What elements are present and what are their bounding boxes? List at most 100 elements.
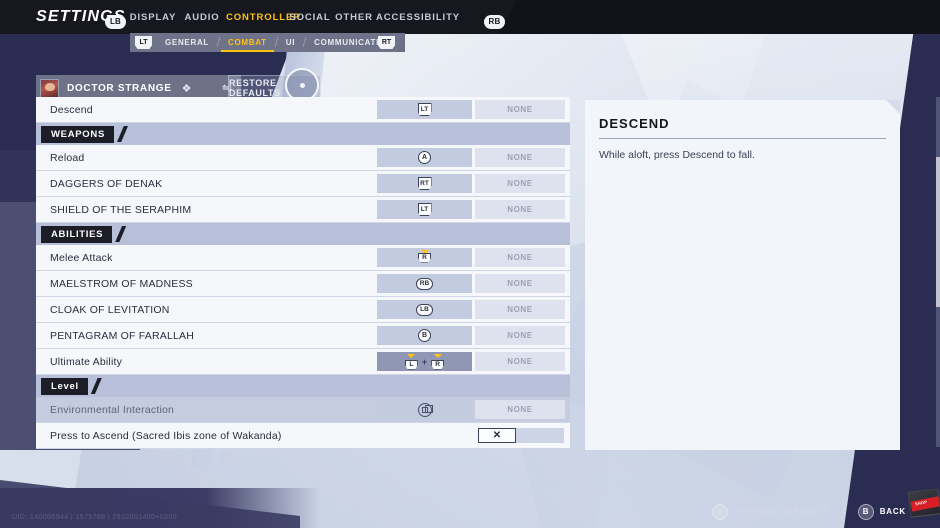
- top-tab-accessibility[interactable]: ACCESSIBILITY: [376, 10, 459, 25]
- sub-tab-label: UI: [285, 37, 296, 47]
- secondary-binding-slot[interactable]: NONE: [475, 148, 565, 167]
- keybinding-row[interactable]: Melee Attack R NONE: [36, 245, 570, 271]
- primary-binding-slot[interactable]: RB: [377, 274, 472, 293]
- section-slash-decoration: [90, 378, 102, 394]
- sub-tab-combat[interactable]: COMBAT: [219, 37, 276, 52]
- stick-click-l-icon: L: [404, 353, 419, 370]
- primary-binding-slot[interactable]: LT: [377, 100, 472, 119]
- trigger-lt-icon: LT: [417, 203, 432, 216]
- primary-binding-slot[interactable]: [377, 400, 472, 419]
- sub-tab-list: GENERAL COMBAT UI COMMUNICATION: [156, 37, 401, 52]
- trigger-rt-icon: RT: [417, 177, 432, 190]
- section-header: ABILITIES: [36, 223, 570, 245]
- gamepad-button-y-icon: Y: [711, 503, 728, 520]
- top-tab-label: ACCESSIBILITY: [376, 12, 461, 23]
- stick-cap: R: [418, 252, 431, 263]
- keybinding-label: CLOAK OF LEVITATION: [50, 303, 170, 316]
- keybinding-row[interactable]: PENTAGRAM OF FARALLAH B NONE: [36, 323, 570, 349]
- bumper-lb-icon: LB: [416, 303, 433, 316]
- keybinding-label: Melee Attack: [50, 251, 113, 264]
- left-bumper-hint[interactable]: LB: [105, 11, 126, 29]
- top-tab-list: DISPLAY AUDIO CONTROLLER SOCIAL OTHER ACCESSI…: [128, 10, 459, 25]
- description-panel: DESCEND While aloft, press Descend to fa…: [585, 100, 900, 450]
- keybinding-row[interactable]: SHIELD OF THE SERAPHIM LT NONE: [36, 197, 570, 223]
- keybinding-row[interactable]: CLOAK OF LEVITATION LB NONE: [36, 297, 570, 323]
- keybinding-label: Ultimate Ability: [50, 355, 123, 368]
- primary-binding-slot[interactable]: LT: [377, 200, 472, 219]
- primary-binding-slot[interactable]: A: [377, 148, 472, 167]
- footer-button-restore-defaults: Y RESTORE DEFAULTS: [711, 503, 829, 520]
- overlap-squares-icon: [421, 404, 433, 413]
- settings-screen: SETTINGS LB DISPLAY AUDIO CONTROLLER SOCIAL…: [0, 0, 940, 528]
- top-tab-audio[interactable]: AUDIO: [178, 10, 226, 25]
- primary-binding-slot[interactable]: B: [377, 326, 472, 345]
- secondary-binding-slot[interactable]: NONE: [475, 352, 565, 371]
- secondary-binding-slot[interactable]: NONE: [475, 248, 565, 267]
- keybinding-row[interactable]: Reload A NONE: [36, 145, 570, 171]
- secondary-binding-slot[interactable]: NONE: [475, 400, 565, 419]
- footer-button-label: RESTORE DEFAULTS: [733, 507, 829, 516]
- primary-binding-slot[interactable]: RT: [377, 174, 472, 193]
- top-tab-label: AUDIO: [184, 12, 220, 23]
- keybinding-label: Descend: [50, 103, 93, 116]
- secondary-binding-slot[interactable]: NONE: [475, 174, 565, 193]
- top-tab-social[interactable]: SOCIAL: [288, 10, 332, 25]
- top-tab-label: DISPLAY: [129, 12, 177, 23]
- top-tab-label: SOCIAL: [289, 12, 331, 23]
- keybinding-label: Press to Ascend (Sacred Ibis zone of Wak…: [50, 429, 282, 442]
- right-trigger-icon[interactable]: RT: [378, 36, 395, 49]
- sub-tab-general[interactable]: GENERAL: [156, 38, 218, 47]
- footer-button-back[interactable]: B BACK: [857, 503, 906, 520]
- keybinding-row[interactable]: Ultimate Ability L + R NONE: [36, 349, 570, 375]
- stick-arrow-icon: [407, 353, 416, 358]
- trigger-lt-icon: LT: [417, 103, 432, 116]
- keybinding-row[interactable]: Press to Ascend (Sacred Ibis zone of Wak…: [36, 423, 570, 449]
- left-trigger-icon[interactable]: LT: [135, 36, 152, 49]
- sub-tab-label: GENERAL: [165, 37, 210, 47]
- top-tab-other[interactable]: OTHER: [332, 10, 376, 25]
- keybinding-label: DAGGERS OF DENAK: [50, 177, 163, 190]
- sub-tab-ui[interactable]: UI: [277, 38, 304, 47]
- top-tab-display[interactable]: DISPLAY: [128, 10, 178, 25]
- environment-interact-icon: [417, 402, 433, 417]
- primary-binding-slot[interactable]: LB: [377, 300, 472, 319]
- button-b-icon: B: [418, 329, 431, 342]
- list-scrollbar-track[interactable]: [936, 97, 940, 447]
- keybinding-label: Reload: [50, 151, 85, 164]
- secondary-binding-slot[interactable]: NONE: [475, 326, 565, 345]
- ascend-checkbox[interactable]: ✕: [478, 428, 516, 443]
- top-tab-controller[interactable]: CONTROLLER: [226, 10, 300, 25]
- secondary-binding-slot[interactable]: NONE: [475, 200, 565, 219]
- description-title: DESCEND: [599, 116, 670, 131]
- bumper-rb-icon: RB: [416, 277, 433, 290]
- gamepad-button-b-icon: B: [857, 503, 874, 520]
- right-bumper-hint[interactable]: RB: [484, 11, 505, 29]
- character-name: DOCTOR STRANGE: [67, 82, 172, 94]
- keybinding-row[interactable]: MAELSTROM OF MADNESS RB NONE: [36, 271, 570, 297]
- plus-icon: +: [421, 356, 428, 367]
- promo-thumbnail[interactable]: SHOP: [907, 488, 940, 518]
- secondary-binding-slot[interactable]: NONE: [475, 100, 565, 119]
- primary-binding-slot[interactable]: L + R: [377, 352, 472, 371]
- stick-cap: L: [404, 359, 418, 370]
- section-header-label: Level: [41, 377, 88, 395]
- keybinding-label: PENTAGRAM OF FARALLAH: [50, 329, 195, 342]
- sub-tab-label: COMBAT: [228, 37, 267, 47]
- secondary-binding-slot[interactable]: NONE: [475, 300, 565, 319]
- stick-combo-icon: L + R: [404, 353, 445, 370]
- stick-arrow-icon: [433, 353, 442, 358]
- keybinding-row[interactable]: Environmental Interaction NONE: [36, 397, 570, 423]
- top-tab-label: OTHER: [335, 12, 373, 23]
- stick-click-r-icon: R: [417, 249, 432, 266]
- section-header: Level: [36, 375, 570, 397]
- stick-click-r-icon: R: [430, 353, 445, 370]
- keybinding-row[interactable]: DAGGERS OF DENAK RT NONE: [36, 171, 570, 197]
- rb-icon: RB: [484, 14, 505, 29]
- footer-button-list: Y RESTORE DEFAULTS B BACK: [711, 503, 907, 520]
- list-scrollbar-thumb[interactable]: [936, 157, 940, 307]
- lb-icon: LB: [105, 14, 126, 29]
- secondary-binding-slot[interactable]: NONE: [475, 274, 565, 293]
- primary-binding-slot[interactable]: R: [377, 248, 472, 267]
- keybinding-row[interactable]: Descend LT NONE: [36, 97, 570, 123]
- section-header-label: WEAPONS: [41, 125, 114, 143]
